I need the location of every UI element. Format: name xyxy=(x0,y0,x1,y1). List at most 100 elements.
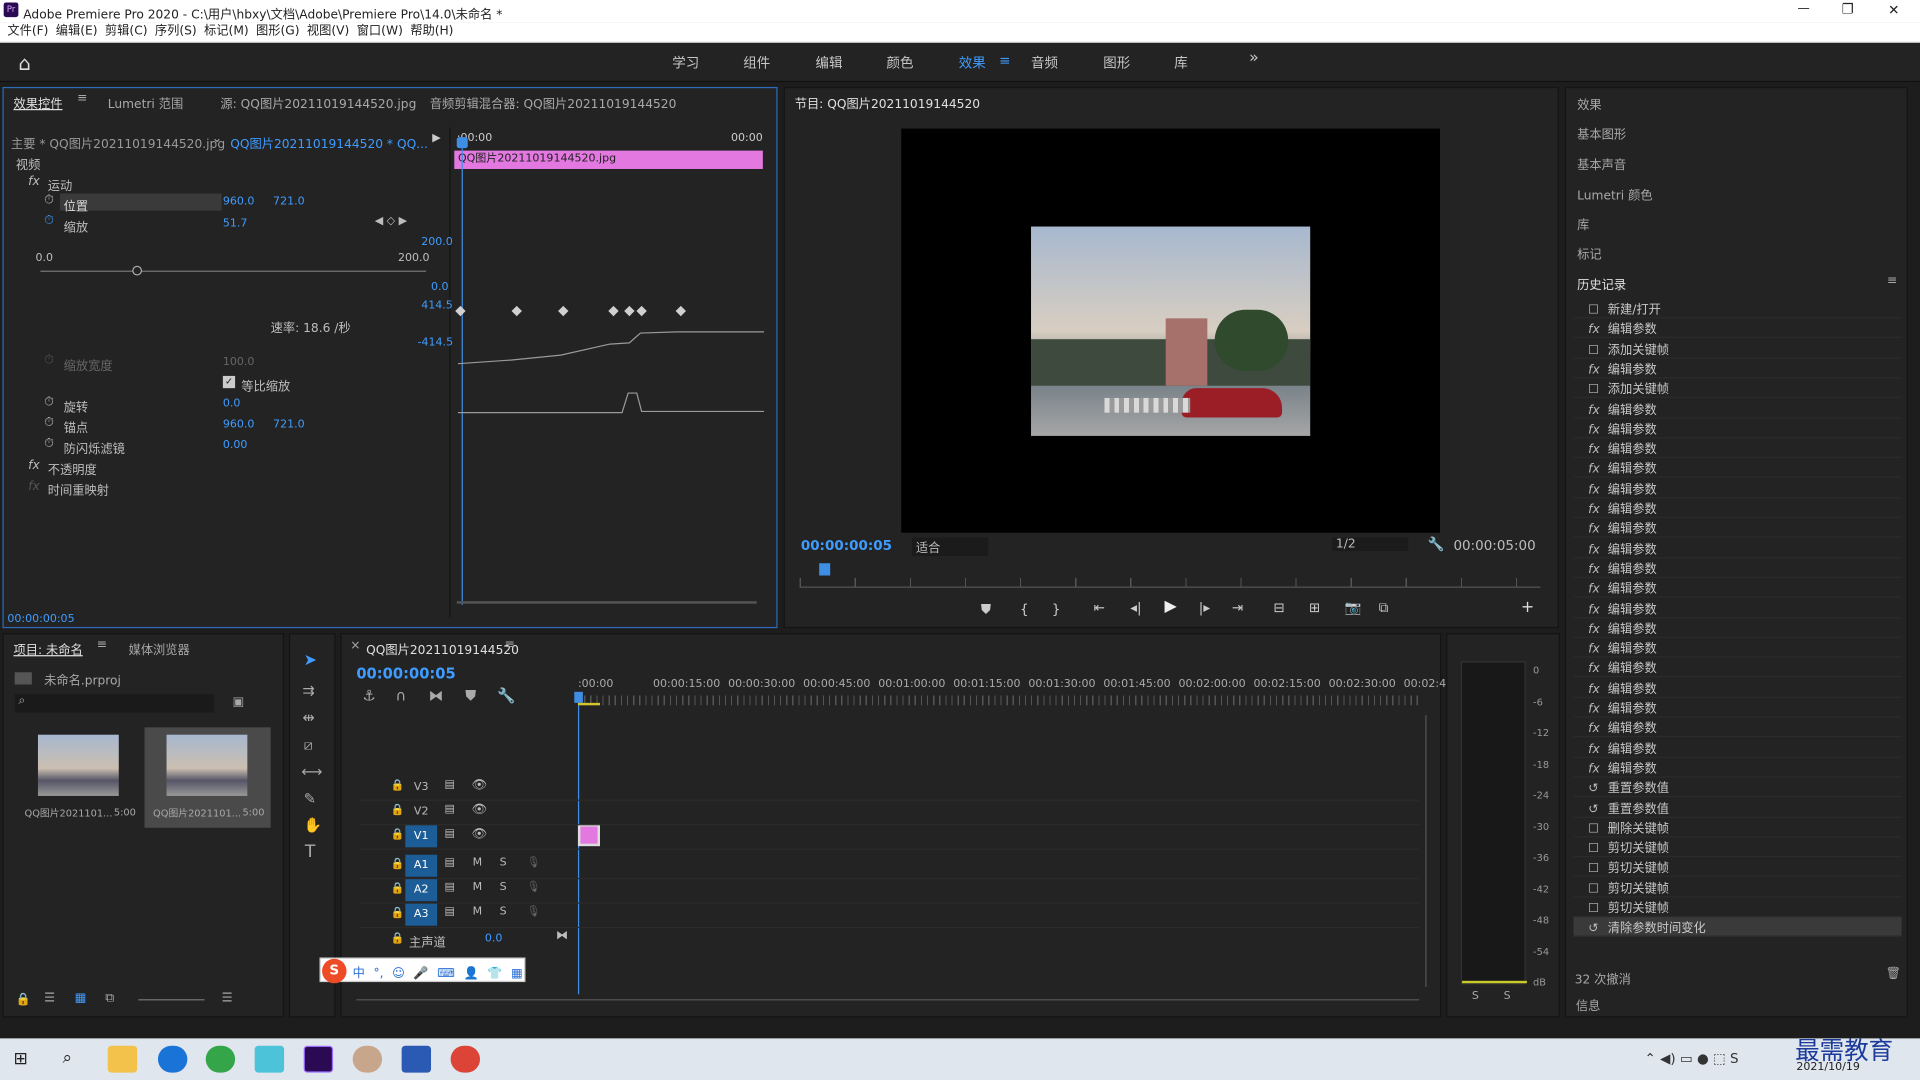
history-item[interactable]: ☐ 剪切关键帧 xyxy=(1573,858,1902,878)
history-menu-icon[interactable]: ≡ xyxy=(1887,274,1897,287)
panel-markers[interactable]: 标记 xyxy=(1577,244,1601,262)
add-button-icon[interactable]: + xyxy=(1521,599,1534,617)
playhead-handle[interactable] xyxy=(574,691,583,703)
history-item[interactable]: ↺ 重置参数值 xyxy=(1573,798,1902,818)
panel-menu-icon[interactable]: ≡ xyxy=(504,638,514,651)
track-label-v1[interactable]: V1 xyxy=(405,825,438,848)
history-item[interactable]: fx 编辑参数 xyxy=(1573,558,1902,578)
mini-timeline[interactable]: :00:00 00:00 QQ图片20211019144520.jpg xyxy=(449,127,777,618)
lift-icon[interactable]: ⊟ xyxy=(1273,600,1284,616)
history-item[interactable]: fx 编辑参数 xyxy=(1573,419,1902,439)
workspace-libraries[interactable]: 库 xyxy=(1174,53,1187,73)
ime-button[interactable]: 👤 xyxy=(463,967,478,980)
program-playhead[interactable] xyxy=(819,563,831,576)
lock-icon[interactable]: 🔒 xyxy=(16,993,31,1006)
mute-button[interactable]: M xyxy=(473,857,483,869)
history-item[interactable]: fx 编辑参数 xyxy=(1573,598,1902,618)
history-item[interactable]: ☐ 剪切关键帧 xyxy=(1573,898,1902,918)
motion-label[interactable]: 运动 xyxy=(48,175,72,193)
anchor-y[interactable]: 721.0 xyxy=(273,419,305,431)
menu-help[interactable]: 帮助(H) xyxy=(410,22,453,42)
anchor-x[interactable]: 960.0 xyxy=(223,419,255,431)
timeline-timecode[interactable]: 00:00:00:05 xyxy=(356,665,455,682)
history-item[interactable]: fx 编辑参数 xyxy=(1573,478,1902,498)
sort-icon[interactable]: ☰ xyxy=(222,992,233,1005)
play-button[interactable]: ▶ xyxy=(1164,598,1176,616)
track-sync-icon[interactable]: ▤ xyxy=(444,882,454,894)
type-tool-icon[interactable]: T xyxy=(305,844,315,861)
solo-button[interactable]: S xyxy=(500,906,507,918)
keyframe[interactable] xyxy=(455,305,466,317)
app-icon[interactable] xyxy=(205,1045,236,1073)
lock-icon[interactable]: 🔒 xyxy=(391,804,405,816)
track-label-v3[interactable]: V3 xyxy=(405,776,437,798)
history-item[interactable]: fx 编辑参数 xyxy=(1573,658,1902,678)
history-item[interactable]: ↺ 重置参数值 xyxy=(1573,778,1902,798)
history-item[interactable]: fx 编辑参数 xyxy=(1573,618,1902,638)
solo-right-button[interactable]: S xyxy=(1504,991,1511,1003)
menu-clip[interactable]: 剪辑(C) xyxy=(105,22,148,42)
track-select-tool-icon[interactable]: ⇉ xyxy=(302,683,314,698)
history-item[interactable]: ☐ 剪切关键帧 xyxy=(1573,878,1902,898)
menu-window[interactable]: 窗口(W) xyxy=(357,22,403,42)
play-arrow-icon[interactable]: ▶ xyxy=(432,132,440,144)
history-item[interactable]: fx 编辑参数 xyxy=(1573,698,1902,718)
ime-button[interactable]: ▦ xyxy=(511,967,523,980)
history-item[interactable]: fx 编辑参数 xyxy=(1573,458,1902,479)
panel-essential-sound[interactable]: 基本声音 xyxy=(1577,154,1626,172)
app-icon[interactable] xyxy=(254,1045,285,1073)
go-to-end-icon[interactable]: ⧓ xyxy=(556,929,568,942)
flicker-value[interactable]: 0.00 xyxy=(223,440,248,452)
program-title[interactable]: 节目: QQ图片20211019144520 xyxy=(795,93,980,111)
panel-menu-icon[interactable]: ≡ xyxy=(77,92,87,105)
track-label-v2[interactable]: V2 xyxy=(405,801,437,823)
history-item[interactable]: ☐ 添加关键帧 xyxy=(1573,379,1902,399)
chrome-icon[interactable] xyxy=(450,1045,481,1073)
workspace-graphics[interactable]: 图形 xyxy=(1103,53,1130,73)
solo-button[interactable]: S xyxy=(500,857,507,869)
program-timecode[interactable]: 00:00:00:05 xyxy=(801,538,892,554)
tray-icons[interactable]: ⌃ ◀) ▭ ● ⬚ S xyxy=(1644,1051,1738,1067)
fit-dropdown[interactable]: 适合 xyxy=(912,537,989,556)
ime-button[interactable]: °, xyxy=(373,967,383,980)
workspace-effects[interactable]: 效果 xyxy=(959,53,986,73)
compare-icon[interactable]: ⧉ xyxy=(1379,600,1389,617)
sequence-tab[interactable]: QQ图片20211019144520 xyxy=(366,639,519,657)
maximize-button[interactable]: ❐ xyxy=(1842,1,1854,17)
eye-icon[interactable]: 👁 xyxy=(471,828,487,841)
resolution-dropdown[interactable]: 1/2 xyxy=(1332,537,1409,552)
ripple-edit-tool-icon[interactable]: ⇹ xyxy=(302,710,314,725)
scale-slider-track[interactable] xyxy=(40,270,427,272)
tab-effect-controls[interactable]: 效果控件 xyxy=(13,93,62,111)
project-item[interactable]: QQ图片2021101... 5:00 xyxy=(144,727,271,828)
lock-icon[interactable]: 🔒 xyxy=(391,907,405,919)
solo-button[interactable]: S xyxy=(500,882,507,894)
workspace-learn[interactable]: 学习 xyxy=(672,53,699,73)
keyframe[interactable] xyxy=(624,305,635,317)
workspace-editing[interactable]: 编辑 xyxy=(816,53,843,73)
snap-icon[interactable]: ∩ xyxy=(396,688,407,703)
app-icon[interactable] xyxy=(352,1045,383,1073)
panel-info[interactable]: 信息 xyxy=(1576,996,1600,1013)
history-item[interactable]: fx 编辑参数 xyxy=(1573,359,1902,379)
program-ruler[interactable] xyxy=(799,577,1541,588)
v1-clip[interactable] xyxy=(577,824,601,847)
stopwatch-icon[interactable]: ⏱ xyxy=(44,396,54,409)
menu-markers[interactable]: 标记(M) xyxy=(204,22,249,42)
rotation-value[interactable]: 0.0 xyxy=(223,398,241,410)
freeform-view-icon[interactable]: ⧉ xyxy=(105,992,114,1005)
mark-in-button[interactable]: { xyxy=(1020,601,1029,617)
workspace-audio[interactable]: 音频 xyxy=(1031,53,1058,73)
minimize-button[interactable]: — xyxy=(1798,2,1810,15)
tab-lumetri-scopes[interactable]: Lumetri 范围 xyxy=(108,93,183,111)
slip-tool-icon[interactable]: ⟷ xyxy=(301,764,322,779)
go-to-out-icon[interactable]: ⇥ xyxy=(1232,600,1243,616)
track-sync-icon[interactable]: ▤ xyxy=(444,828,454,840)
keyframe[interactable] xyxy=(558,305,569,317)
video-canvas[interactable] xyxy=(901,128,1441,533)
step-back-icon[interactable]: ◂| xyxy=(1130,600,1141,616)
history-item[interactable]: fx 编辑参数 xyxy=(1573,638,1902,658)
extract-icon[interactable]: ⊞ xyxy=(1309,600,1320,616)
lock-icon[interactable]: 🔒 xyxy=(391,780,405,792)
razor-tool-icon[interactable]: ⧄ xyxy=(304,737,313,752)
